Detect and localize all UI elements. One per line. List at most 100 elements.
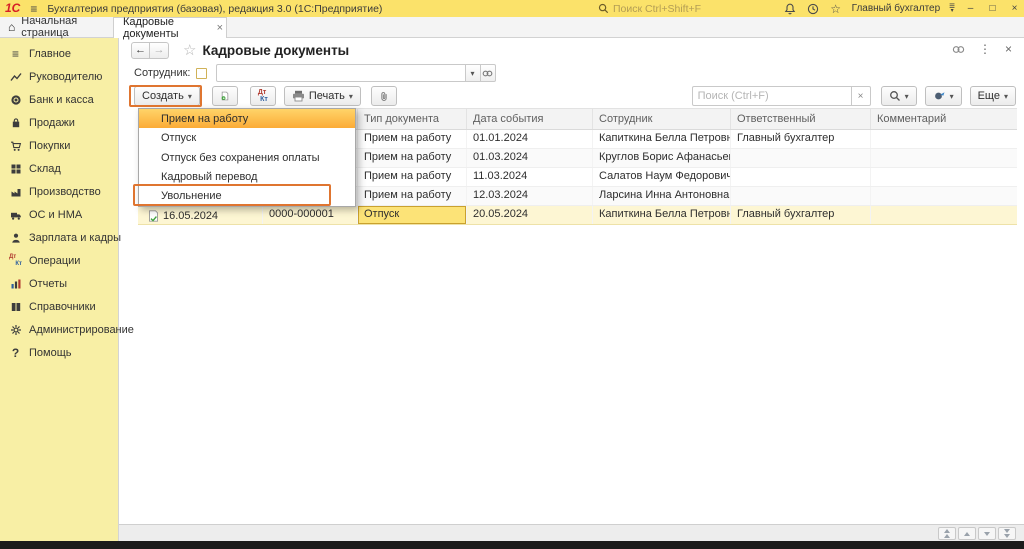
sidebar-label: Главное (29, 48, 71, 60)
sidebar-item-purchases[interactable]: Покупки (0, 134, 118, 157)
col-employee[interactable]: Сотрудник (593, 109, 731, 129)
menu-item-unpaid-vacation[interactable]: Отпуск без сохранения оплаты (139, 148, 355, 167)
sidebar-item-sales[interactable]: Продажи (0, 111, 118, 134)
attachments-button[interactable] (371, 86, 397, 106)
row-navigation (938, 527, 1016, 540)
grid-boxes-icon (9, 162, 22, 175)
form-header-icons: ⋮ × (952, 42, 1012, 56)
chevron-down-icon: ▾ (905, 92, 909, 101)
col-event-date[interactable]: Дата события (467, 109, 593, 129)
table-row-selected[interactable]: 16.05.2024 0000-000001 Отпуск 20.05.2024… (138, 206, 1017, 225)
titlebar: 1С ≡ Бухгалтерия предприятия (базовая), … (0, 0, 1024, 17)
go-previous-button[interactable] (958, 527, 976, 540)
main-menu-icon[interactable]: ≡ (26, 2, 47, 16)
more-button[interactable]: Еще ▾ (970, 86, 1016, 106)
forward-button[interactable]: → (150, 42, 169, 59)
tab-close-icon[interactable]: × (214, 22, 226, 34)
employee-filter-row: Сотрудник: ▾ (119, 62, 1024, 84)
menu-item-transfer[interactable]: Кадровый перевод (139, 167, 355, 186)
sidebar-item-references[interactable]: Справочники (0, 295, 118, 318)
clear-search-icon[interactable]: × (852, 86, 871, 106)
global-search-input[interactable] (613, 3, 783, 15)
printer-icon (292, 90, 305, 102)
tab-personnel-documents[interactable]: Кадровые документы × (113, 17, 227, 38)
list-toolbar: Создать ▾ ДтКт Печать ▾ × ▾ (119, 84, 1024, 108)
sidebar-item-main[interactable]: ≡ Главное (0, 42, 118, 65)
sidebar-item-warehouse[interactable]: Склад (0, 157, 118, 180)
book-icon (9, 300, 22, 313)
view-settings-button[interactable]: ▾ (925, 86, 962, 106)
sidebar-item-salary-hr[interactable]: Зарплата и кадры (0, 226, 118, 249)
sidebar-label: Помощь (29, 347, 72, 359)
sidebar-label: Руководителю (29, 71, 102, 83)
sidebar-item-help[interactable]: ? Помощь (0, 341, 118, 364)
minimize-button[interactable]: – (964, 3, 977, 14)
sidebar-label: Зарплата и кадры (29, 232, 121, 244)
go-next-button[interactable] (978, 527, 996, 540)
paperclip-icon (379, 90, 389, 103)
sidebar-item-production[interactable]: Производство (0, 180, 118, 203)
trend-chart-icon (9, 70, 22, 83)
sidebar-label: Справочники (29, 301, 96, 313)
search-options-button[interactable]: ▾ (881, 86, 917, 106)
current-user[interactable]: Главный бухгалтер (852, 3, 941, 14)
gear-icon (9, 323, 22, 336)
sidebar-item-administration[interactable]: Администрирование (0, 318, 118, 341)
employee-filter-checkbox[interactable] (196, 68, 207, 79)
get-link-icon[interactable] (952, 44, 965, 55)
load-document-button[interactable] (212, 86, 238, 106)
list-search-input[interactable] (692, 86, 852, 106)
page-title: Кадровые документы (202, 43, 349, 58)
add-favorite-star-icon[interactable]: ☆ (183, 41, 196, 59)
employee-filter-input[interactable] (216, 64, 466, 82)
main-content: ← → ☆ Кадровые документы ⋮ × Сотрудник: … (118, 38, 1024, 541)
sidebar-label: Продажи (29, 117, 75, 129)
tab-home-page[interactable]: ⌂ Начальная страница (0, 17, 113, 37)
employee-dropdown-icon[interactable]: ▾ (466, 64, 481, 82)
menu-item-dismissal[interactable]: Увольнение (139, 187, 355, 206)
notifications-bell-icon[interactable] (783, 2, 797, 16)
go-last-button[interactable] (998, 527, 1016, 540)
search-icon (598, 3, 609, 14)
tab-home-label: Начальная страница (21, 15, 113, 39)
col-responsible[interactable]: Ответственный (731, 109, 871, 129)
sidebar-item-operations[interactable]: ДтКт Операции (0, 249, 118, 272)
sidebar-label: Администрирование (29, 324, 134, 336)
close-form-icon[interactable]: × (1005, 42, 1012, 56)
global-search[interactable] (598, 0, 783, 17)
truck-icon (9, 208, 22, 221)
form-header: ← → ☆ Кадровые документы ⋮ × (119, 38, 1024, 62)
sidebar-label: Склад (29, 163, 61, 175)
history-nav: ← → (131, 42, 169, 59)
question-icon: ? (9, 346, 22, 359)
service-menu-icon[interactable]: ≡▾ (949, 4, 955, 14)
print-button[interactable]: Печать ▾ (284, 86, 361, 106)
maximize-button[interactable]: □ (986, 3, 999, 14)
sidebar-item-fixed-assets[interactable]: ОС и НМА (0, 203, 118, 226)
col-type[interactable]: Тип документа (358, 109, 467, 129)
col-comment[interactable]: Комментарий (871, 109, 1017, 129)
close-window-button[interactable]: × (1008, 3, 1021, 14)
sidebar-item-reports[interactable]: Отчеты (0, 272, 118, 295)
menu-item-hire[interactable]: Прием на работу (139, 109, 355, 128)
sidebar: ≡ Главное Руководителю Банк и касса Прод… (0, 38, 118, 541)
favorites-star-icon[interactable]: ☆ (829, 2, 843, 16)
create-button[interactable]: Создать ▾ (134, 86, 200, 106)
sidebar-item-manager[interactable]: Руководителю (0, 65, 118, 88)
tab-bar: ⌂ Начальная страница Кадровые документы … (0, 17, 1024, 38)
menu-item-vacation[interactable]: Отпуск (139, 128, 355, 147)
cart-icon (9, 139, 22, 152)
more-menu-icon[interactable]: ⋮ (979, 42, 991, 56)
sidebar-item-bank-cash[interactable]: Банк и касса (0, 88, 118, 111)
titlebar-controls: ☆ Главный бухгалтер ≡▾ – □ × (783, 0, 1021, 17)
back-button[interactable]: ← (131, 42, 150, 59)
history-icon[interactable] (806, 2, 820, 16)
show-postings-button[interactable]: ДтКт (250, 86, 276, 106)
document-posted-icon (148, 210, 159, 222)
sidebar-label: Операции (29, 255, 80, 267)
bar-chart-icon (9, 277, 22, 290)
employee-link-icon[interactable] (481, 64, 496, 82)
go-first-button[interactable] (938, 527, 956, 540)
person-icon (9, 231, 22, 244)
dt-kt-icon: ДтКт (9, 254, 22, 267)
